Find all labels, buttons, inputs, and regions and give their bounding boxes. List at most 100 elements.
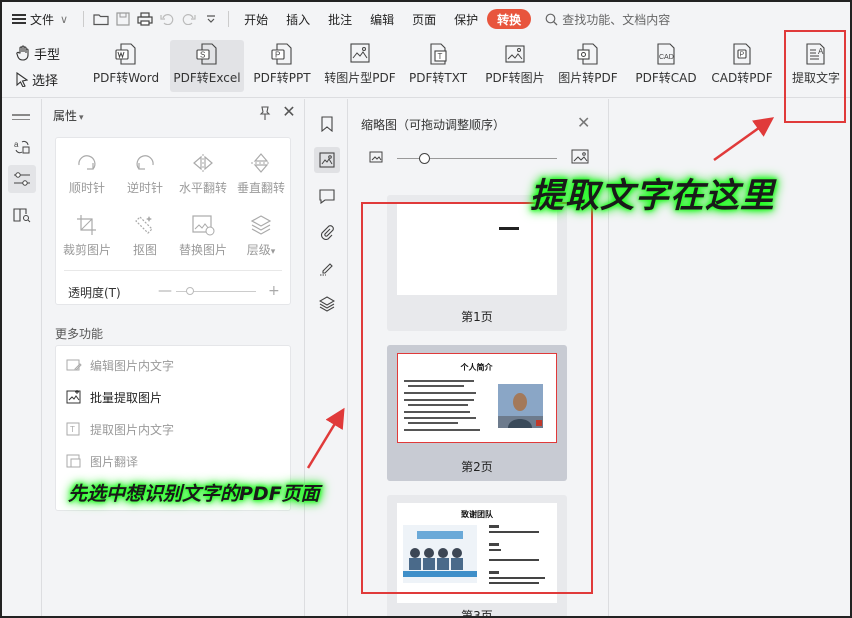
opacity-increase-button[interactable]: + bbox=[268, 284, 280, 298]
tab-insert[interactable]: 插入 bbox=[277, 2, 319, 36]
pin-icon[interactable] bbox=[257, 105, 273, 121]
undo-icon[interactable] bbox=[156, 2, 178, 36]
image-to-pdf-button[interactable]: 图片转PDF bbox=[556, 40, 620, 92]
layer-order-dropdown[interactable]: 层级▾ bbox=[232, 206, 290, 258]
layers-icon[interactable] bbox=[314, 291, 340, 317]
pdf-to-txt-button[interactable]: T PDF转TXT bbox=[406, 40, 470, 92]
tab-comment[interactable]: 批注 bbox=[319, 2, 361, 36]
pdf-to-image-button[interactable]: PDF转图片 bbox=[482, 40, 548, 92]
bookmark-icon[interactable] bbox=[314, 111, 340, 137]
thumbnail-icon[interactable] bbox=[314, 147, 340, 173]
close-icon[interactable]: ✕ bbox=[577, 113, 590, 132]
attachment-icon[interactable] bbox=[314, 219, 340, 245]
quick-access-dropdown-icon[interactable] bbox=[200, 2, 222, 36]
opacity-slider-handle[interactable] bbox=[186, 287, 194, 295]
pdf-to-cad-label: PDF转CAD bbox=[635, 71, 697, 85]
tool-label: 层级 bbox=[246, 243, 271, 257]
flip-vertical-button[interactable]: 垂直翻转 bbox=[232, 144, 290, 196]
crop-image-button[interactable]: 裁剪图片 bbox=[58, 206, 116, 258]
cutout-icon bbox=[135, 216, 153, 234]
hand-icon bbox=[16, 45, 29, 61]
image-translate-button[interactable]: 图片翻译 bbox=[66, 450, 138, 472]
properties-title[interactable]: 属性 ▾ bbox=[53, 107, 84, 124]
rotate-counterclockwise-button[interactable]: 逆时针 bbox=[116, 144, 174, 196]
pdf-to-excel-icon: S bbox=[196, 43, 217, 65]
extract-image-text-button[interactable]: T 提取图片内文字 bbox=[66, 418, 174, 440]
edit-image-text-button[interactable]: 编辑图片内文字 bbox=[66, 354, 174, 376]
properties-sidebar-icon[interactable] bbox=[8, 165, 36, 193]
page-2-label: 第2页 bbox=[461, 460, 493, 474]
opacity-row: 透明度(T) — + bbox=[68, 284, 282, 300]
cutout-button[interactable]: 抠图 bbox=[116, 206, 174, 258]
cursor-arrow-icon bbox=[16, 71, 28, 87]
signature-icon[interactable] bbox=[314, 255, 340, 281]
batch-extract-images-icon bbox=[66, 390, 81, 404]
select-tool-label: 选择 bbox=[32, 73, 59, 89]
tab-page[interactable]: 页面 bbox=[403, 2, 445, 36]
replace-image-button[interactable]: 替换图片 bbox=[174, 206, 232, 258]
open-folder-icon[interactable] bbox=[90, 2, 112, 36]
tool-label: 垂直翻转 bbox=[236, 181, 285, 195]
cad-to-pdf-label: CAD转PDF bbox=[711, 71, 773, 85]
tool-label: 逆时针 bbox=[126, 181, 163, 195]
pdf-to-word-button[interactable]: PDF转Word bbox=[90, 40, 162, 92]
select-tool-button[interactable]: 选择 bbox=[16, 68, 76, 90]
search-box[interactable]: 查找功能、文档内容 bbox=[531, 2, 679, 36]
pdf-to-excel-button[interactable]: S PDF转Excel bbox=[170, 40, 244, 92]
comment-icon[interactable] bbox=[314, 183, 340, 209]
tab-protect[interactable]: 保护 bbox=[445, 2, 487, 36]
zoom-out-image-icon[interactable] bbox=[369, 151, 383, 163]
menu-bar: 文件 ∨ 开始 插入 批注 编辑 页面 保护 转换 查找功能、文档内容 bbox=[2, 2, 850, 36]
tab-start[interactable]: 开始 bbox=[235, 2, 277, 36]
close-icon[interactable]: ✕ bbox=[281, 104, 297, 120]
zoom-in-image-icon[interactable] bbox=[571, 149, 589, 164]
redo-icon[interactable] bbox=[178, 2, 200, 36]
panel-switcher-rail bbox=[306, 99, 348, 616]
more-item-label: 编辑图片内文字 bbox=[90, 358, 175, 373]
convert-sidebar-icon[interactable]: a bbox=[8, 133, 36, 161]
save-icon[interactable] bbox=[112, 2, 134, 36]
collapse-handle-icon[interactable] bbox=[12, 111, 30, 123]
to-image-pdf-button[interactable]: 转图片型PDF bbox=[322, 40, 398, 92]
cad-icon-text: CAD bbox=[659, 54, 674, 61]
print-icon[interactable] bbox=[134, 2, 156, 36]
svg-text:P: P bbox=[740, 52, 745, 59]
page-1-label: 第1页 bbox=[461, 310, 493, 324]
file-menu[interactable]: 文件 ∨ bbox=[2, 2, 77, 36]
tab-convert[interactable]: 转换 bbox=[487, 9, 532, 29]
pdf-to-word-icon bbox=[115, 43, 136, 65]
cad-to-pdf-button[interactable]: P CAD转PDF bbox=[710, 40, 774, 92]
page-thumbnail-2[interactable]: 个人简介 第2页 bbox=[387, 345, 567, 481]
pdf-to-image-icon bbox=[505, 45, 525, 63]
more-item-label: 图片翻译 bbox=[90, 454, 139, 469]
hand-tool-button[interactable]: 手型 bbox=[16, 42, 76, 64]
read-mode-icon[interactable] bbox=[8, 201, 36, 229]
rotate-clockwise-button[interactable]: 顺时针 bbox=[58, 144, 116, 196]
search-placeholder: 查找功能、文档内容 bbox=[562, 12, 671, 27]
tool-label: 裁剪图片 bbox=[62, 243, 111, 257]
page-2-preview: 个人简介 bbox=[397, 353, 557, 443]
annotation-select-pdf-page: 先选中想识别文字的PDF页面 bbox=[68, 483, 320, 505]
caret-down-icon: ▾ bbox=[79, 113, 84, 123]
pdf-to-cad-button[interactable]: CAD PDF转CAD bbox=[634, 40, 698, 92]
pdf-to-ppt-button[interactable]: P PDF转PPT bbox=[252, 40, 312, 92]
tool-label: 水平翻转 bbox=[178, 181, 227, 195]
layers-icon bbox=[250, 215, 272, 235]
divider bbox=[64, 270, 282, 271]
to-image-pdf-label: 转图片型PDF bbox=[324, 71, 396, 85]
image-translate-icon bbox=[66, 454, 81, 468]
opacity-decrease-button[interactable]: — bbox=[158, 284, 172, 298]
search-icon bbox=[545, 13, 558, 25]
tab-edit[interactable]: 编辑 bbox=[361, 2, 403, 36]
page-thumbnail-3[interactable]: 致谢团队 第3页 bbox=[387, 495, 567, 616]
rotate-counterclockwise-icon bbox=[136, 155, 154, 170]
flip-horizontal-button[interactable]: 水平翻转 bbox=[174, 144, 232, 196]
extract-text-button[interactable]: A 提取文字 bbox=[788, 40, 844, 92]
thumbnail-zoom-handle[interactable] bbox=[419, 153, 430, 164]
batch-extract-images-button[interactable]: 批量提取图片 bbox=[66, 386, 162, 408]
svg-text:T: T bbox=[438, 52, 443, 61]
svg-text:S: S bbox=[200, 51, 205, 60]
opacity-label: 透明度(T) bbox=[68, 285, 121, 300]
caret-down-icon: ▾ bbox=[270, 247, 276, 257]
left-icon-rail: a bbox=[2, 99, 42, 616]
